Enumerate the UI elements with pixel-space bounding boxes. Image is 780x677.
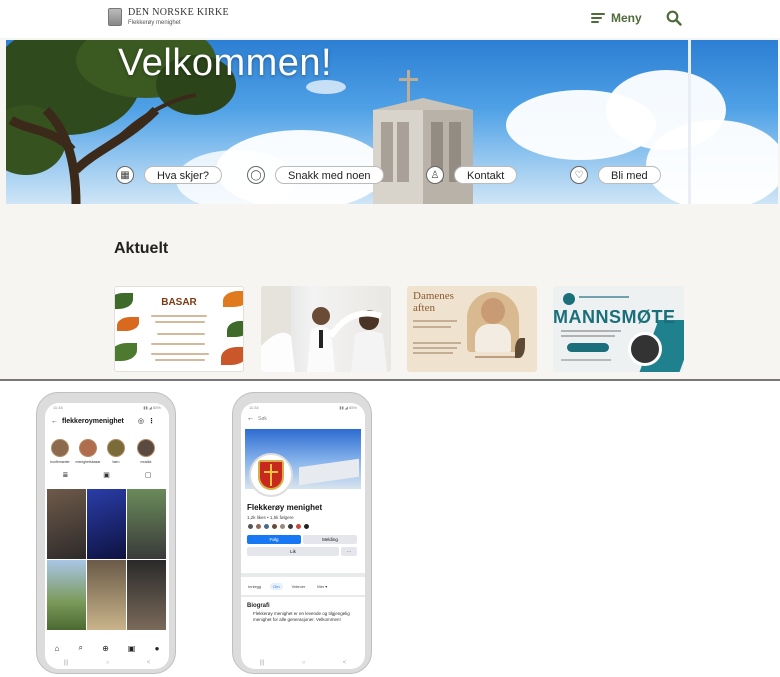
profile-username: flekkeroymenighet (62, 417, 124, 425)
post-thumbnail[interactable] (87, 489, 126, 559)
back-arrow-icon[interactable]: ← (247, 415, 254, 422)
page-name: Flekkerøy menighet (247, 503, 323, 512)
card-title: BASAR (161, 297, 197, 308)
threads-icon[interactable]: ◎ (138, 417, 144, 425)
page-stats: 1,2k likes • 1,5k følgere (247, 515, 294, 520)
grid-icon[interactable]: ≣ (62, 471, 68, 479)
tab-videoer[interactable]: Videoer (289, 583, 309, 590)
confirmation-photo (261, 286, 387, 372)
divider (0, 379, 780, 381)
reels-icon[interactable]: ▣ (103, 471, 110, 479)
facebook-phone-mockup: 11:34 ▮▮ ◢ 85% ← Søk Flekkerøy menighet 1… (232, 392, 372, 674)
story-highlight[interactable] (79, 439, 97, 457)
profile-tabs: ≣ ▣ ▢ (45, 471, 169, 479)
status-bar: 11:34 ▮▮ ◢ 85% (249, 405, 357, 410)
post-thumbnail[interactable] (47, 560, 86, 630)
more-icon[interactable]: ⋮ (148, 417, 155, 425)
page-avatar[interactable] (249, 453, 293, 497)
profile-header: ← flekkeroymenighet ◎ ⋮ (51, 417, 155, 426)
bio-heading: Biografi (247, 603, 270, 609)
section-title: Aktuelt (114, 240, 169, 257)
church-shield-icon (258, 460, 284, 490)
system-nav: ||| ○ < (241, 657, 365, 669)
news-card-basar[interactable]: BASAR (114, 286, 244, 372)
system-nav: ||| ○ < (45, 657, 169, 669)
chip-bli-med[interactable]: ♡ Bli med (570, 166, 661, 184)
reels-nav-icon[interactable]: ▣ (128, 644, 136, 653)
page: DEN NORSKE KIRKE Flekkerøy menighet Meny (0, 0, 780, 677)
branch-icon (515, 338, 525, 358)
search-icon[interactable]: ⌕ (79, 643, 83, 653)
search-icon[interactable] (666, 10, 682, 26)
message-button[interactable]: Melding (303, 535, 357, 544)
recents-icon[interactable]: ||| (260, 660, 265, 666)
home-button-icon[interactable]: ○ (106, 660, 110, 666)
back-icon[interactable]: < (343, 660, 347, 666)
profile-avatar-icon[interactable]: ● (155, 644, 160, 653)
calendar-icon: ▦ (116, 166, 134, 184)
news-card-mannsmote[interactable]: MANNSMØTE (553, 286, 684, 372)
tab-mer[interactable]: Mer ▾ (314, 583, 330, 590)
news-card-confirmation[interactable] (261, 286, 391, 372)
more-options-button[interactable]: ··· (341, 547, 357, 556)
logo-subtitle: Flekkerøy menighet (128, 20, 181, 26)
site-header: DEN NORSKE KIRKE Flekkerøy menighet Meny (0, 0, 780, 38)
instagram-phone-mockup: 11:34 ▮▮ ◢ 85% ← flekkeroymenighet ◎ ⋮ ko… (36, 392, 176, 674)
page-tabs: Innlegg Om Videoer Mer ▾ (245, 583, 361, 590)
tab-innlegg[interactable]: Innlegg (245, 583, 264, 590)
recents-icon[interactable]: ||| (64, 660, 69, 666)
card-title: MANNSMØTE (553, 307, 676, 327)
story-highlight[interactable] (51, 439, 69, 457)
add-post-icon[interactable]: ⊕ (102, 644, 109, 653)
chat-icon: ◯ (247, 166, 265, 184)
story-highlight[interactable] (137, 439, 155, 457)
hero-banner: Velkommen! ▦ Hva skjer? ◯ Snakk med noen… (6, 40, 778, 204)
heart-icon: ♡ (570, 166, 588, 184)
site-logo[interactable]: DEN NORSKE KIRKE Flekkerøy menighet (108, 8, 229, 26)
chip-kontakt[interactable]: ♙ Kontakt (426, 166, 518, 184)
hamburger-icon (591, 13, 605, 23)
flagpole (688, 40, 691, 204)
person-icon: ♙ (426, 166, 444, 184)
home-icon[interactable]: ⌂ (55, 644, 60, 653)
chip-hva-skjer[interactable]: ▦ Hva skjer? (116, 166, 222, 184)
hero-title: Velkommen! (118, 42, 333, 84)
tagged-icon[interactable]: ▢ (145, 471, 152, 479)
bio-text: Flekkerøy menighet er en levende og tilg… (253, 611, 350, 622)
website-screenshot: DEN NORSKE KIRKE Flekkerøy menighet Meny (0, 0, 780, 380)
search-bar: ← Søk (247, 415, 267, 422)
chip-snakk-med-noen[interactable]: ◯ Snakk med noen (247, 166, 384, 184)
menu-label: Meny (611, 11, 642, 25)
search-field[interactable]: Søk (258, 416, 267, 422)
back-arrow-icon[interactable]: ← (51, 418, 58, 425)
church-logo-icon (108, 8, 122, 26)
follow-button[interactable]: Følg (247, 535, 301, 544)
post-thumbnail[interactable] (127, 560, 166, 630)
bottom-nav: ⌂ ⌕ ⊕ ▣ ● (45, 641, 169, 655)
post-thumbnail[interactable] (47, 489, 86, 559)
speaker-photo (628, 332, 662, 366)
story-highlight[interactable] (107, 439, 125, 457)
tab-om[interactable]: Om (270, 583, 283, 590)
like-button[interactable]: Lik (247, 547, 339, 556)
card-title: Damenes aften (413, 290, 454, 314)
logo-title: DEN NORSKE KIRKE (128, 7, 229, 18)
news-card-damenes-aften[interactable]: Damenes aften (407, 286, 537, 372)
back-icon[interactable]: < (147, 660, 151, 666)
post-thumbnail[interactable] (127, 489, 166, 559)
post-thumbnail[interactable] (87, 560, 126, 630)
follower-faces (247, 523, 310, 530)
menu-button[interactable]: Meny (591, 11, 642, 25)
status-bar: 11:34 ▮▮ ◢ 85% (53, 405, 161, 410)
home-button-icon[interactable]: ○ (302, 660, 306, 666)
